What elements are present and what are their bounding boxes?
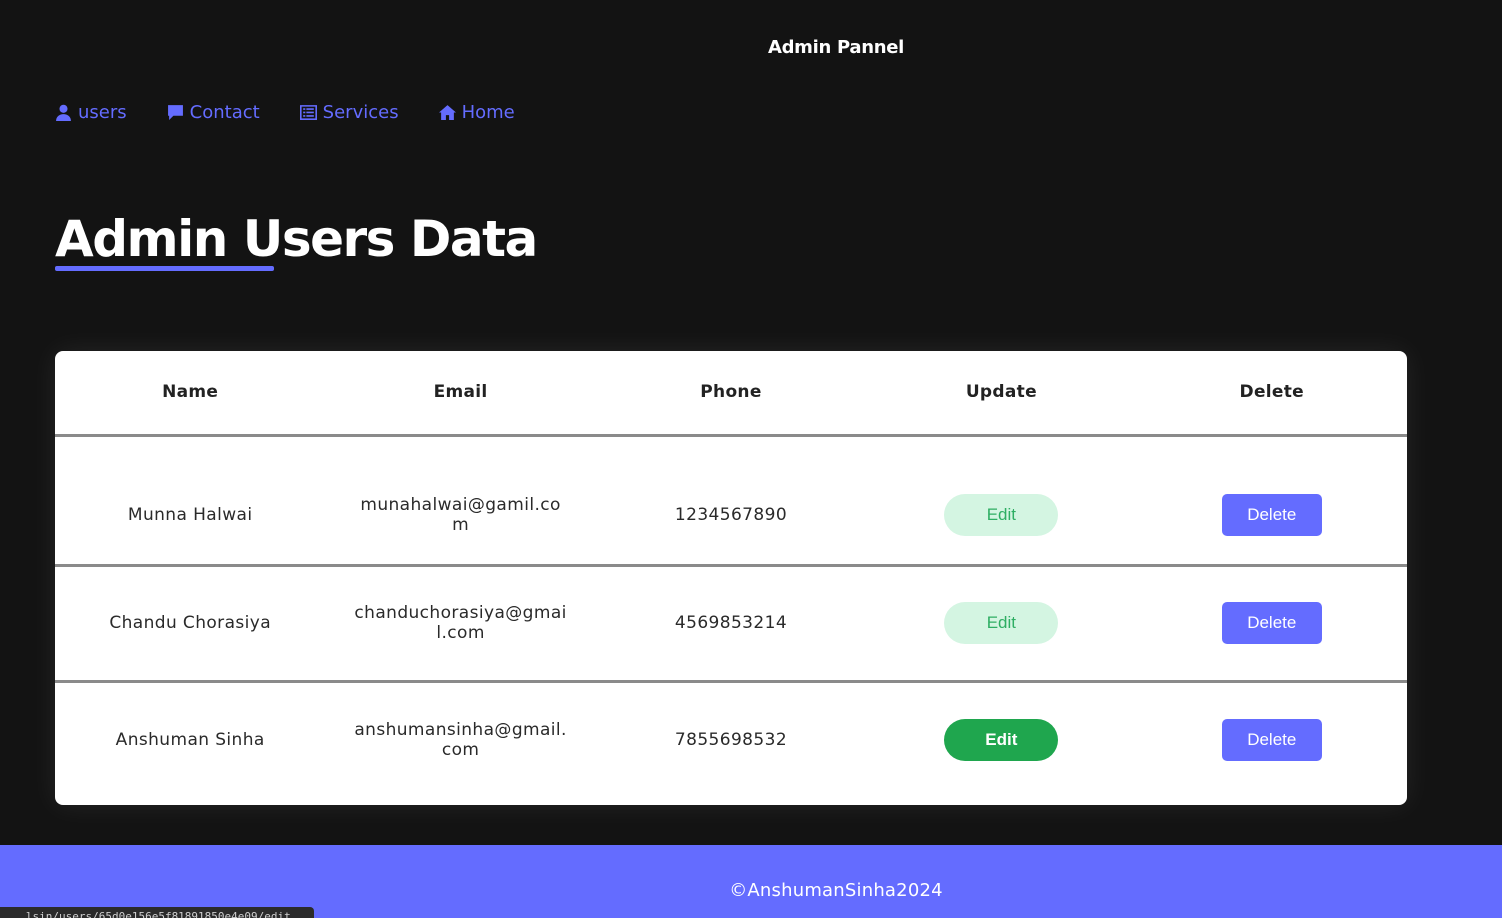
update-cell: Edit	[866, 565, 1137, 683]
update-cell: Edit	[866, 435, 1137, 567]
nav-item-label: Home	[461, 102, 515, 123]
nav-item-users[interactable]: users	[55, 102, 127, 123]
home-icon	[438, 105, 456, 120]
user-phone: 1234567890	[595, 435, 867, 567]
user-email: anshumansinha@gmail.com	[354, 719, 567, 760]
message-icon	[167, 105, 183, 120]
nav-item-label: Services	[322, 102, 399, 123]
delete-button[interactable]: Delete	[1221, 602, 1322, 644]
table-row: Anshuman Sinha anshumansinha@gmail.com 7…	[55, 681, 1407, 797]
update-cell: Edit	[866, 681, 1136, 797]
edit-button[interactable]: Edit	[944, 718, 1059, 761]
user-email: chanduchorasiya@gmail.com	[325, 565, 596, 683]
table-row: Chandu Chorasiya chanduchorasiya@gmail.c…	[55, 565, 1407, 683]
users-table-card: Name Email Phone Update Delete Munna Hal…	[55, 351, 1407, 805]
user-email: munahalwai@gamil.com	[325, 435, 596, 567]
page-title: Admin Users Data	[55, 210, 538, 268]
nav-item-label: Contact	[189, 102, 260, 123]
nav-item-contact[interactable]: Contact	[167, 102, 260, 123]
user-name: Munna Halwai	[55, 435, 326, 567]
column-header-update: Update	[866, 351, 1137, 437]
delete-cell: Delete	[1137, 681, 1407, 797]
admin-panel-title: Admin Pannel	[767, 37, 905, 58]
nav-item-label: users	[78, 102, 127, 123]
table-header-row: Name Email Phone Update Delete	[55, 351, 1407, 437]
column-header-name: Name	[55, 351, 326, 437]
status-bar-url: ...lsin/users/65d0e156e5f81891850e4e09/e…	[0, 907, 314, 918]
column-header-email: Email	[325, 351, 596, 437]
column-header-delete: Delete	[1136, 351, 1407, 437]
nav-item-home[interactable]: Home	[438, 102, 515, 123]
delete-cell: Delete	[1136, 435, 1407, 567]
user-name: Chandu Chorasiya	[55, 565, 326, 683]
footer-copyright: ©AnshumanSinha2024	[729, 880, 943, 901]
user-name: Anshuman Sinha	[115, 729, 265, 750]
main-nav: users Contact Services Home	[55, 102, 515, 123]
user-icon	[56, 104, 71, 121]
user-phone: 4569853214	[595, 565, 867, 683]
users-table: Name Email Phone Update Delete Munna Hal…	[55, 351, 1407, 797]
nav-item-services[interactable]: Services	[299, 102, 399, 123]
edit-button[interactable]: Edit	[944, 602, 1059, 644]
title-underline	[55, 266, 274, 271]
edit-button[interactable]: Edit	[944, 494, 1059, 536]
table-row: Munna Halwai munahalwai@gamil.com 123456…	[55, 435, 1407, 567]
delete-cell: Delete	[1136, 565, 1407, 683]
delete-button[interactable]: Delete	[1221, 718, 1322, 761]
column-header-phone: Phone	[595, 351, 867, 437]
delete-button[interactable]: Delete	[1221, 494, 1322, 536]
user-phone: 7855698532	[674, 729, 788, 750]
list-icon	[299, 105, 317, 120]
